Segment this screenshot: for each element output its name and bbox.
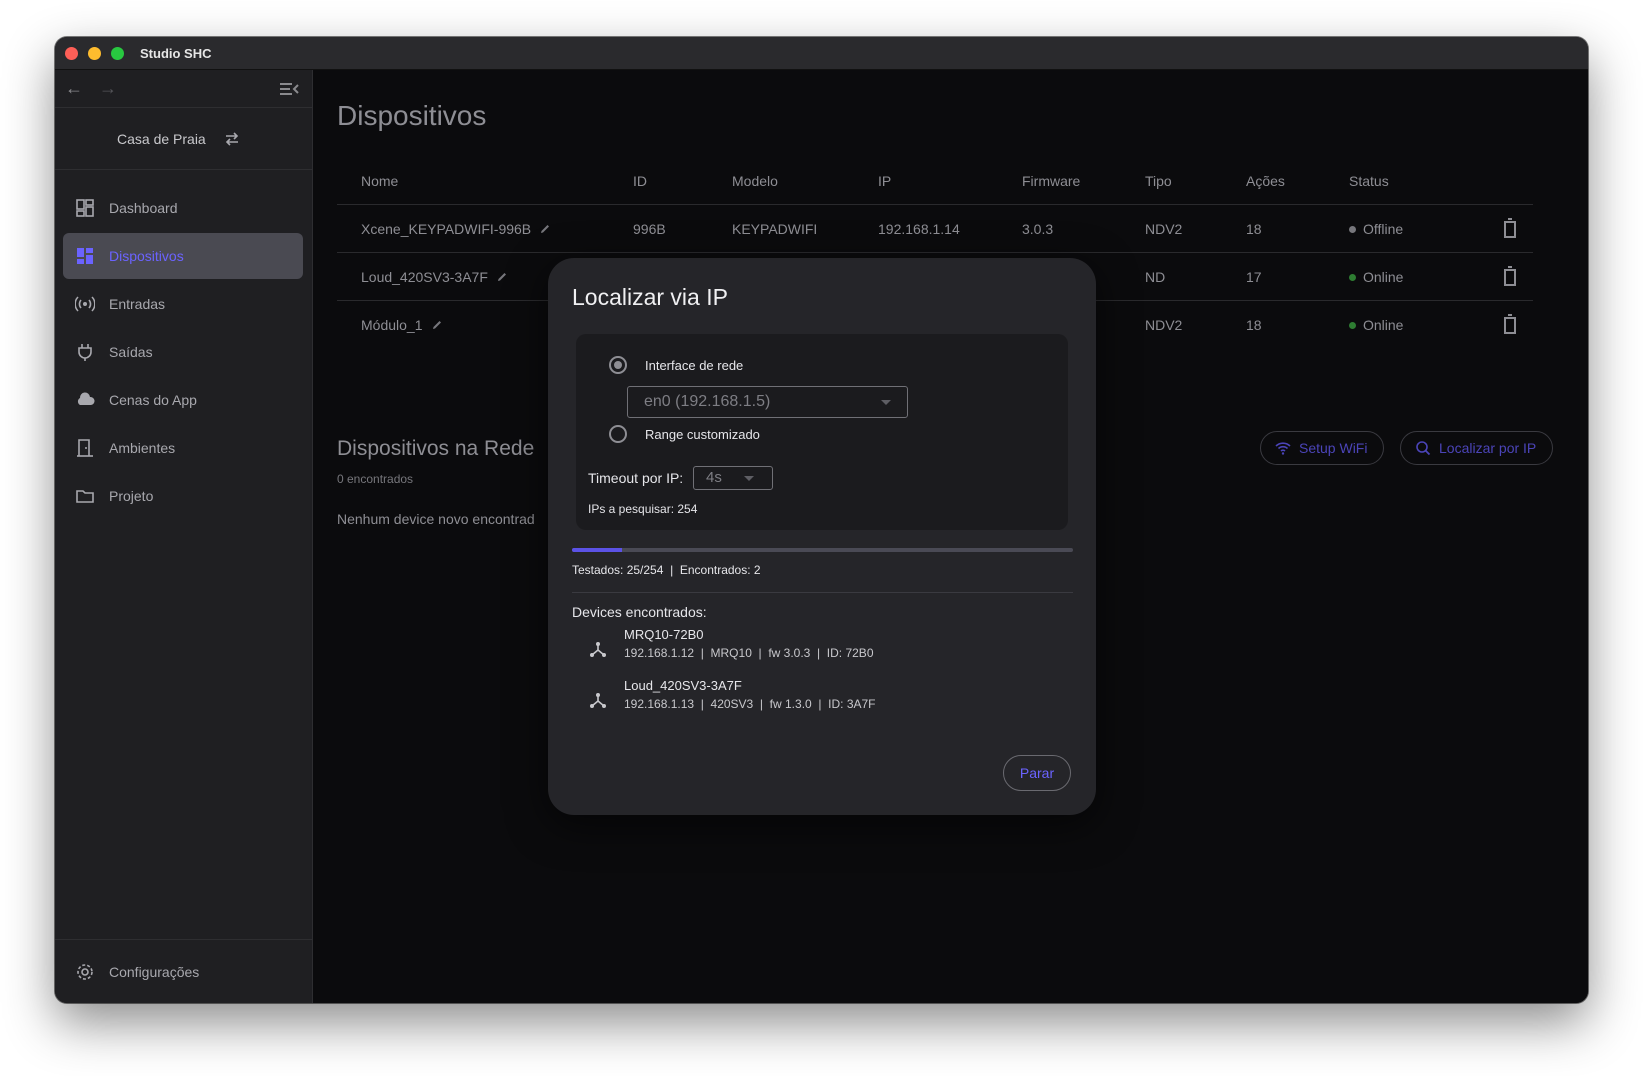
ips-to-search: IPs a pesquisar: 254 (588, 502, 698, 516)
chevron-down-icon (744, 476, 754, 481)
timeout-select-value: 4s (706, 469, 722, 486)
modal-overlay: Localizar via IP Interface de rede en0 (… (55, 37, 1588, 1003)
stop-button[interactable]: Parar (1003, 755, 1071, 791)
interface-select[interactable]: en0 (192.168.1.5) (627, 386, 908, 418)
network-hub-icon (590, 642, 606, 657)
interface-select-value: en0 (192.168.1.5) (644, 393, 771, 410)
dialog-title: Localizar via IP (572, 284, 728, 310)
interface-radio-label: Interface de rede (645, 358, 744, 373)
found-device-info: 192.168.1.13 | 420SV3 | fw 1.3.0 | ID: 3… (624, 697, 876, 711)
timeout-select[interactable]: 4s (693, 466, 773, 490)
interface-radio[interactable] (609, 356, 627, 374)
custom-range-radio-label: Range customizado (645, 427, 760, 442)
timeout-label: Timeout por IP: (588, 470, 684, 486)
found-device-item[interactable]: Loud_420SV3-3A7F 192.168.1.13 | 420SV3 |… (572, 676, 1052, 724)
app-window: Studio SHC ← → Casa de Praia Dashboard D… (55, 37, 1588, 1003)
search-options-panel: Interface de rede en0 (192.168.1.5) Rang… (576, 334, 1068, 530)
found-device-name: Loud_420SV3-3A7F (624, 678, 742, 693)
found-device-item[interactable]: MRQ10-72B0 192.168.1.12 | MRQ10 | fw 3.0… (572, 625, 1052, 673)
divider (572, 592, 1073, 593)
chevron-down-icon (881, 400, 891, 405)
found-device-info: 192.168.1.12 | MRQ10 | fw 3.0.3 | ID: 72… (624, 646, 874, 660)
scan-progress-text: Testados: 25/254 | Encontrados: 2 (572, 563, 761, 577)
found-devices-title: Devices encontrados: (572, 604, 707, 620)
found-device-name: MRQ10-72B0 (624, 627, 704, 642)
network-hub-icon (590, 693, 606, 708)
locate-ip-dialog: Localizar via IP Interface de rede en0 (… (548, 258, 1096, 815)
scan-progress-bar (572, 548, 1073, 552)
scan-progress-fill (572, 548, 623, 552)
custom-range-radio[interactable] (609, 425, 627, 443)
